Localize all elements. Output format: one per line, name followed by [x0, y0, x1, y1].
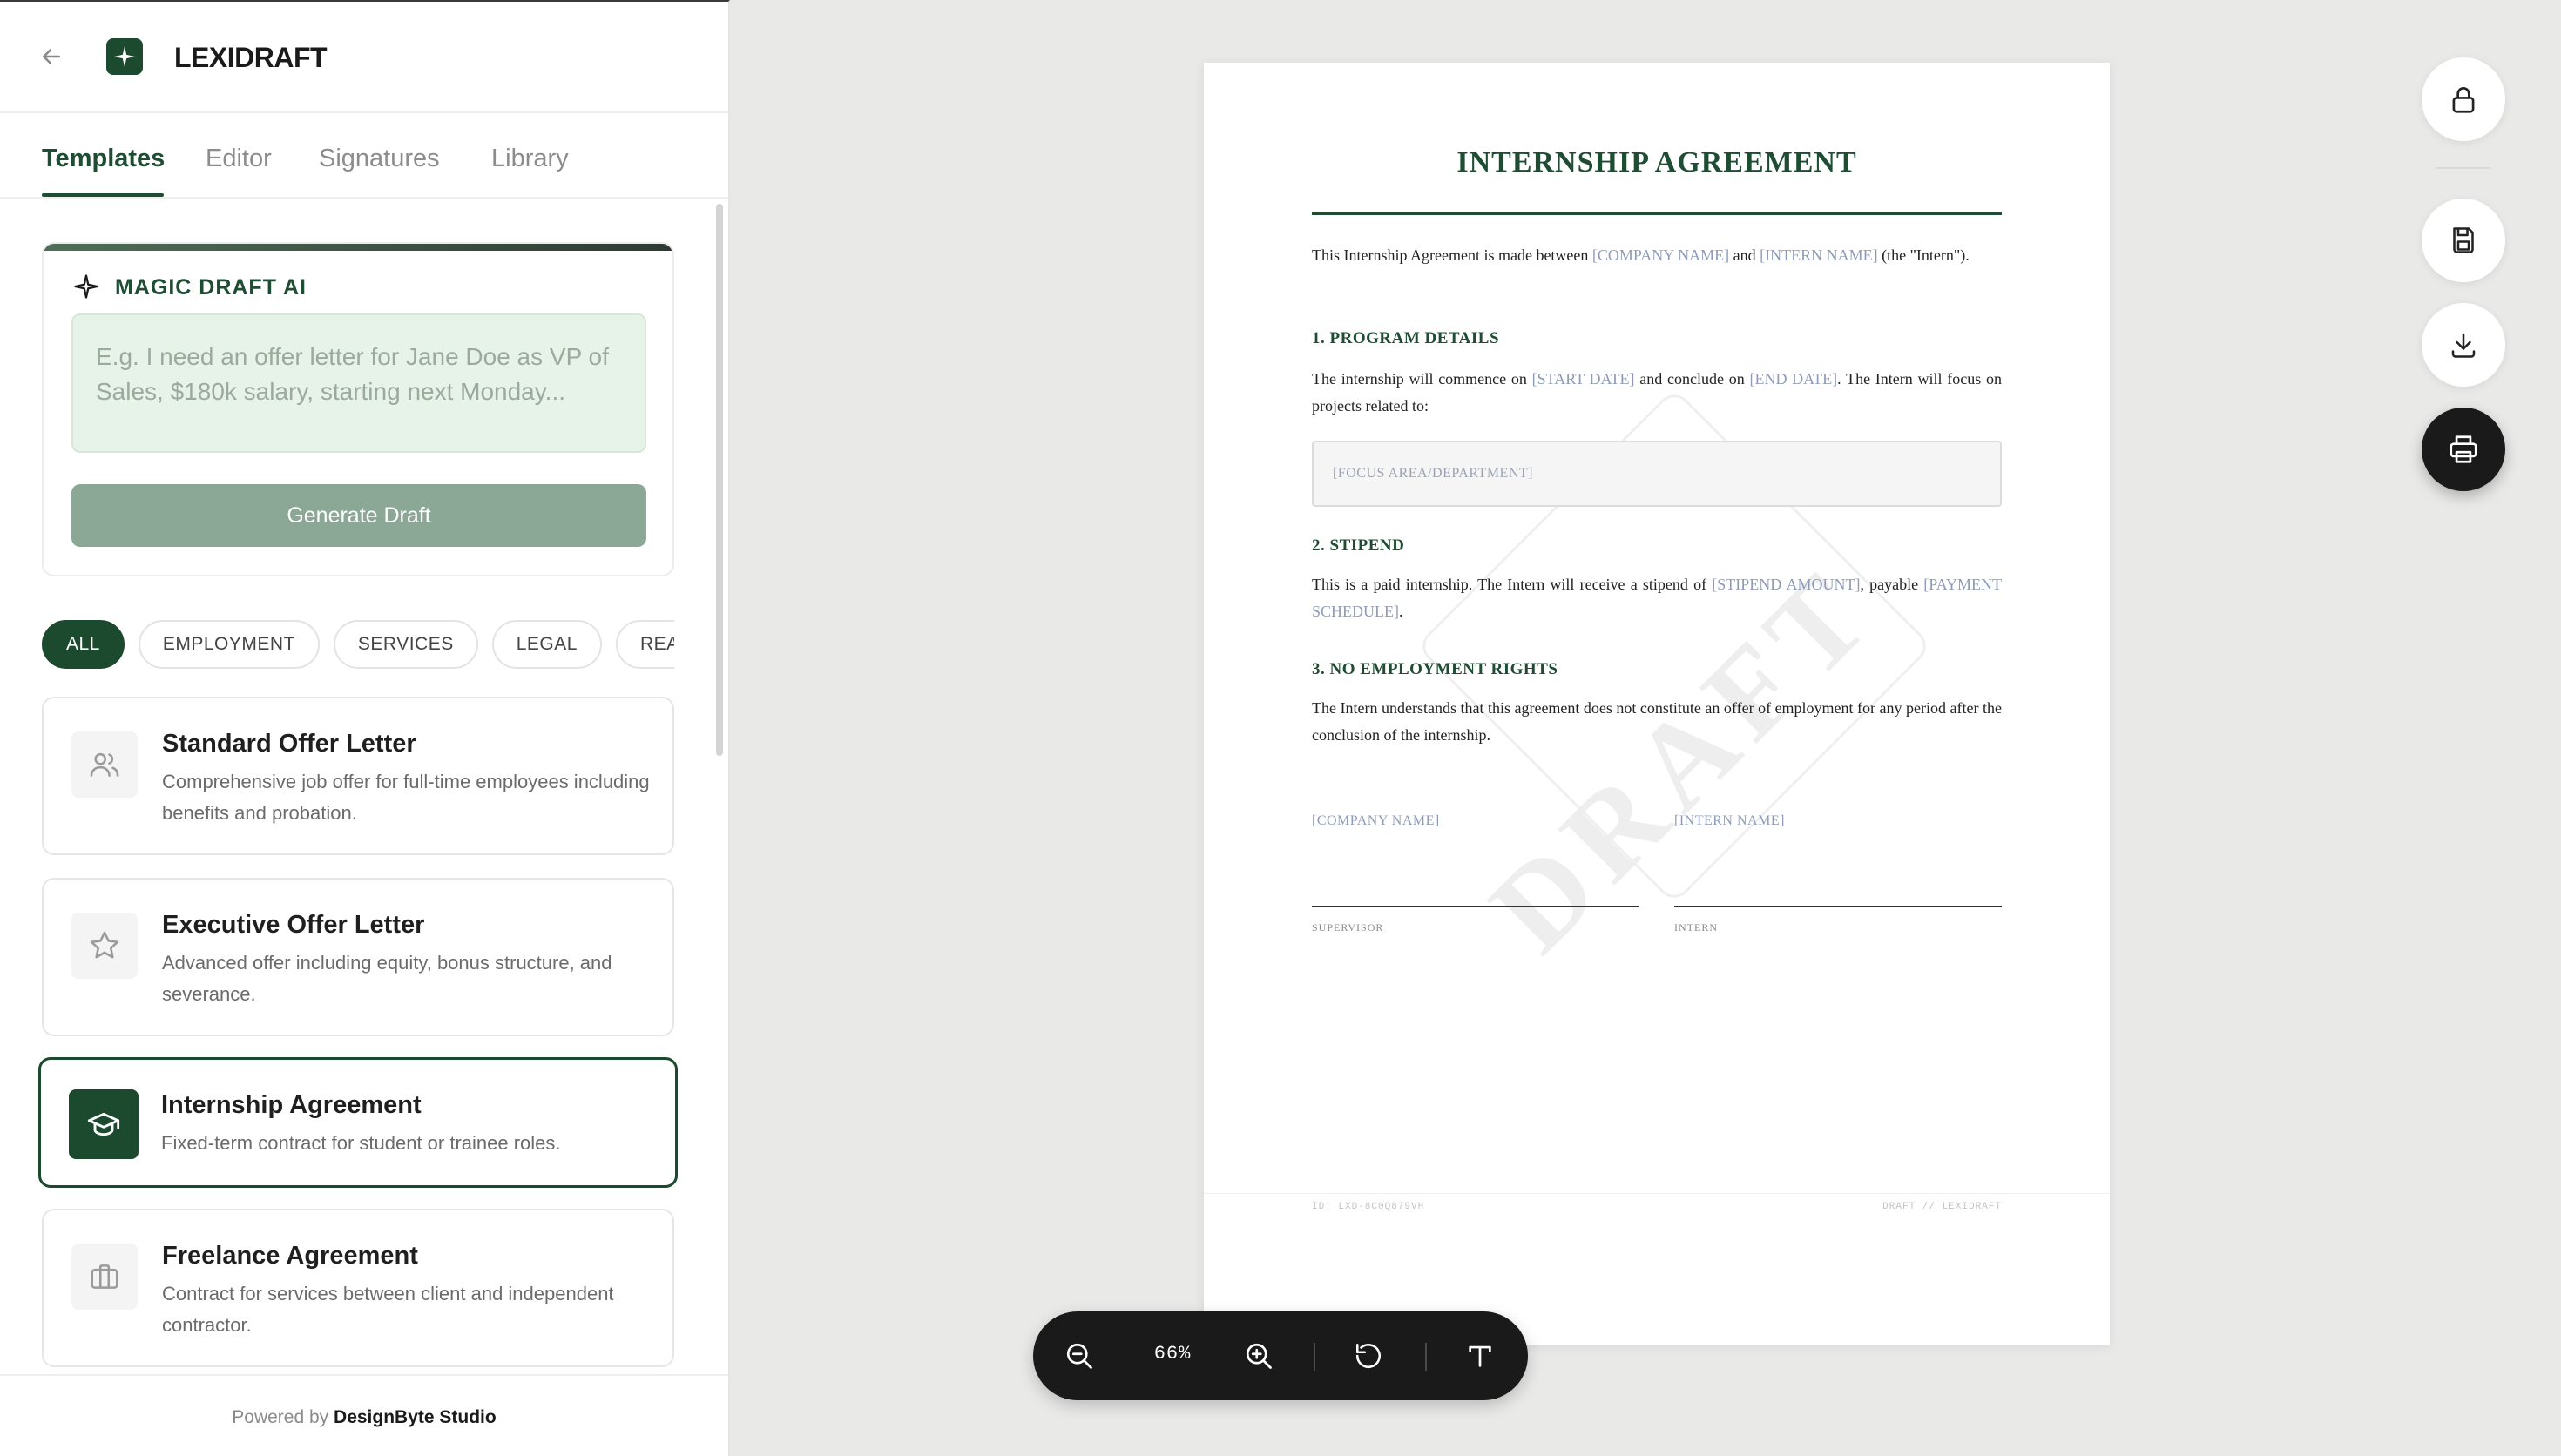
briefcase-icon	[71, 1244, 138, 1310]
printer-icon	[2450, 435, 2477, 463]
signature-role-supervisor: SUPERVISOR	[1312, 921, 1384, 934]
star-icon	[71, 913, 138, 979]
sparkle-icon	[73, 273, 99, 300]
section-heading-program: 1. PROGRAM DETAILS	[1312, 329, 1500, 347]
signature-line-intern[interactable]	[1674, 906, 2002, 907]
magic-draft-card: MAGIC DRAFT AI Generate Draft	[42, 242, 674, 576]
category-filters: ALL EMPLOYMENT SERVICES LEGAL REAL EST	[42, 620, 674, 669]
active-tab-indicator	[42, 193, 164, 197]
template-description: Contract for services between client and…	[162, 1283, 614, 1336]
signature-line-supervisor[interactable]	[1312, 906, 1639, 907]
text: This is a paid internship. The Intern wi…	[1312, 576, 1713, 593]
tab-bar: Templates Editor Signatures Library	[0, 113, 728, 199]
filter-services[interactable]: SERVICES	[333, 620, 478, 669]
logo	[106, 38, 143, 75]
start-date-placeholder[interactable]: [START DATE]	[1532, 370, 1635, 388]
toolbar-divider	[2436, 167, 2491, 169]
download-icon	[2451, 333, 2476, 358]
template-card-executive-offer[interactable]: Executive Offer Letter Advanced offer in…	[42, 878, 674, 1036]
template-description: Comprehensive job offer for full-time em…	[162, 771, 650, 824]
template-card-internship[interactable]: Internship Agreement Fixed-term contract…	[38, 1057, 678, 1188]
toolbar-divider	[1314, 1343, 1315, 1371]
users-icon	[71, 731, 138, 798]
studio-name[interactable]: DesignByte Studio	[334, 1407, 497, 1427]
section-heading-employment: 3. NO EMPLOYMENT RIGHTS	[1312, 660, 1558, 678]
program-paragraph: The internship will commence on [START D…	[1312, 366, 2002, 420]
sidebar-scrollbar[interactable]	[716, 204, 723, 756]
lock-icon	[2452, 87, 2475, 113]
end-date-placeholder[interactable]: [END DATE]	[1749, 370, 1837, 388]
powered-by-prefix: Powered by	[232, 1407, 329, 1427]
tab-signatures[interactable]: Signatures	[319, 145, 440, 173]
text: and conclude on	[1634, 370, 1750, 388]
filter-employment[interactable]: EMPLOYMENT	[138, 620, 320, 669]
zoom-in-icon[interactable]	[1242, 1339, 1275, 1372]
intern-placeholder[interactable]: [INTERN NAME]	[1760, 246, 1877, 264]
intro-paragraph: This Internship Agreement is made betwee…	[1312, 242, 2002, 269]
download-button[interactable]	[2422, 303, 2505, 387]
template-card-standard-offer[interactable]: Standard Offer Letter Comprehensive job …	[42, 697, 674, 855]
signature-intern-name[interactable]: [INTERN NAME]	[1674, 813, 1785, 829]
text: .	[1399, 603, 1403, 620]
stipend-paragraph: This is a paid internship. The Intern wi…	[1312, 571, 2002, 625]
sparkle-logo-icon	[114, 46, 135, 67]
template-title: Standard Offer Letter	[162, 730, 416, 758]
zoom-level: 66%	[1153, 1343, 1192, 1365]
graduation-cap-icon	[69, 1089, 139, 1159]
filter-all[interactable]: ALL	[42, 620, 125, 669]
tab-library[interactable]: Library	[491, 145, 569, 173]
text: and	[1729, 246, 1760, 264]
template-title: Freelance Agreement	[162, 1242, 418, 1270]
document-id: ID: LXD-8C0Q879VH	[1312, 1202, 1425, 1212]
reset-rotate-icon[interactable]	[1352, 1339, 1385, 1372]
template-title: Internship Agreement	[161, 1091, 422, 1119]
magic-draft-input[interactable]	[71, 313, 646, 453]
brand-name: LEXIDRAFT	[174, 42, 328, 73]
text: The internship will commence on	[1312, 370, 1532, 388]
text: , payable	[1860, 576, 1924, 593]
document-footer-label: DRAFT // LEXIDRAFT	[1882, 1202, 2002, 1212]
template-card-freelance[interactable]: Freelance Agreement Contract for service…	[42, 1209, 674, 1367]
print-button[interactable]	[2422, 408, 2505, 491]
document-title: INTERNSHIP AGREEMENT	[1456, 146, 1857, 179]
company-placeholder[interactable]: [COMPANY NAME]	[1592, 246, 1729, 264]
stipend-amount-placeholder[interactable]: [STIPEND AMOUNT]	[1712, 576, 1860, 593]
tab-editor[interactable]: Editor	[206, 145, 272, 173]
template-description: Advanced offer including equity, bonus s…	[162, 952, 612, 1005]
focus-area-field[interactable]: [FOCUS AREA/DEPARTMENT]	[1312, 441, 2002, 507]
zoom-out-icon[interactable]	[1063, 1339, 1096, 1372]
employment-paragraph: The Intern understands that this agreeme…	[1312, 699, 2002, 744]
back-arrow-icon[interactable]	[38, 44, 64, 70]
lock-button[interactable]	[2422, 57, 2505, 141]
save-button[interactable]	[2422, 199, 2505, 282]
save-icon	[2453, 227, 2474, 253]
tab-templates[interactable]: Templates	[42, 145, 165, 173]
text: This Internship Agreement is made betwee…	[1312, 246, 1592, 264]
brand-bar: LEXIDRAFT	[0, 2, 728, 113]
filter-legal[interactable]: LEGAL	[491, 620, 602, 669]
template-description: Fixed-term contract for student or train…	[161, 1132, 561, 1154]
generate-draft-button[interactable]: Generate Draft	[71, 484, 646, 547]
zoom-toolbar: 66%	[1033, 1311, 1528, 1400]
toolbar-divider	[1425, 1343, 1427, 1371]
text-tool-icon[interactable]	[1463, 1339, 1497, 1372]
section-heading-stipend: 2. STIPEND	[1312, 536, 1405, 555]
card-accent-bar	[44, 244, 672, 251]
title-divider	[1312, 212, 2002, 215]
template-title: Executive Offer Letter	[162, 911, 425, 939]
sidebar: LEXIDRAFT Templates Editor Signatures Li…	[0, 0, 730, 1456]
powered-by-footer: Powered by DesignByte Studio	[0, 1374, 728, 1456]
filter-real-estate[interactable]: REAL EST	[615, 620, 674, 669]
signature-company-name[interactable]: [COMPANY NAME]	[1312, 813, 1440, 829]
signature-role-intern: INTERN	[1674, 921, 1718, 934]
text: (the "Intern").	[1877, 246, 1970, 264]
footer-divider	[1204, 1193, 2110, 1194]
document-page: DRAFT INTERNSHIP AGREEMENT This Internsh…	[1204, 63, 2110, 1345]
magic-draft-title: MAGIC DRAFT AI	[115, 275, 307, 300]
